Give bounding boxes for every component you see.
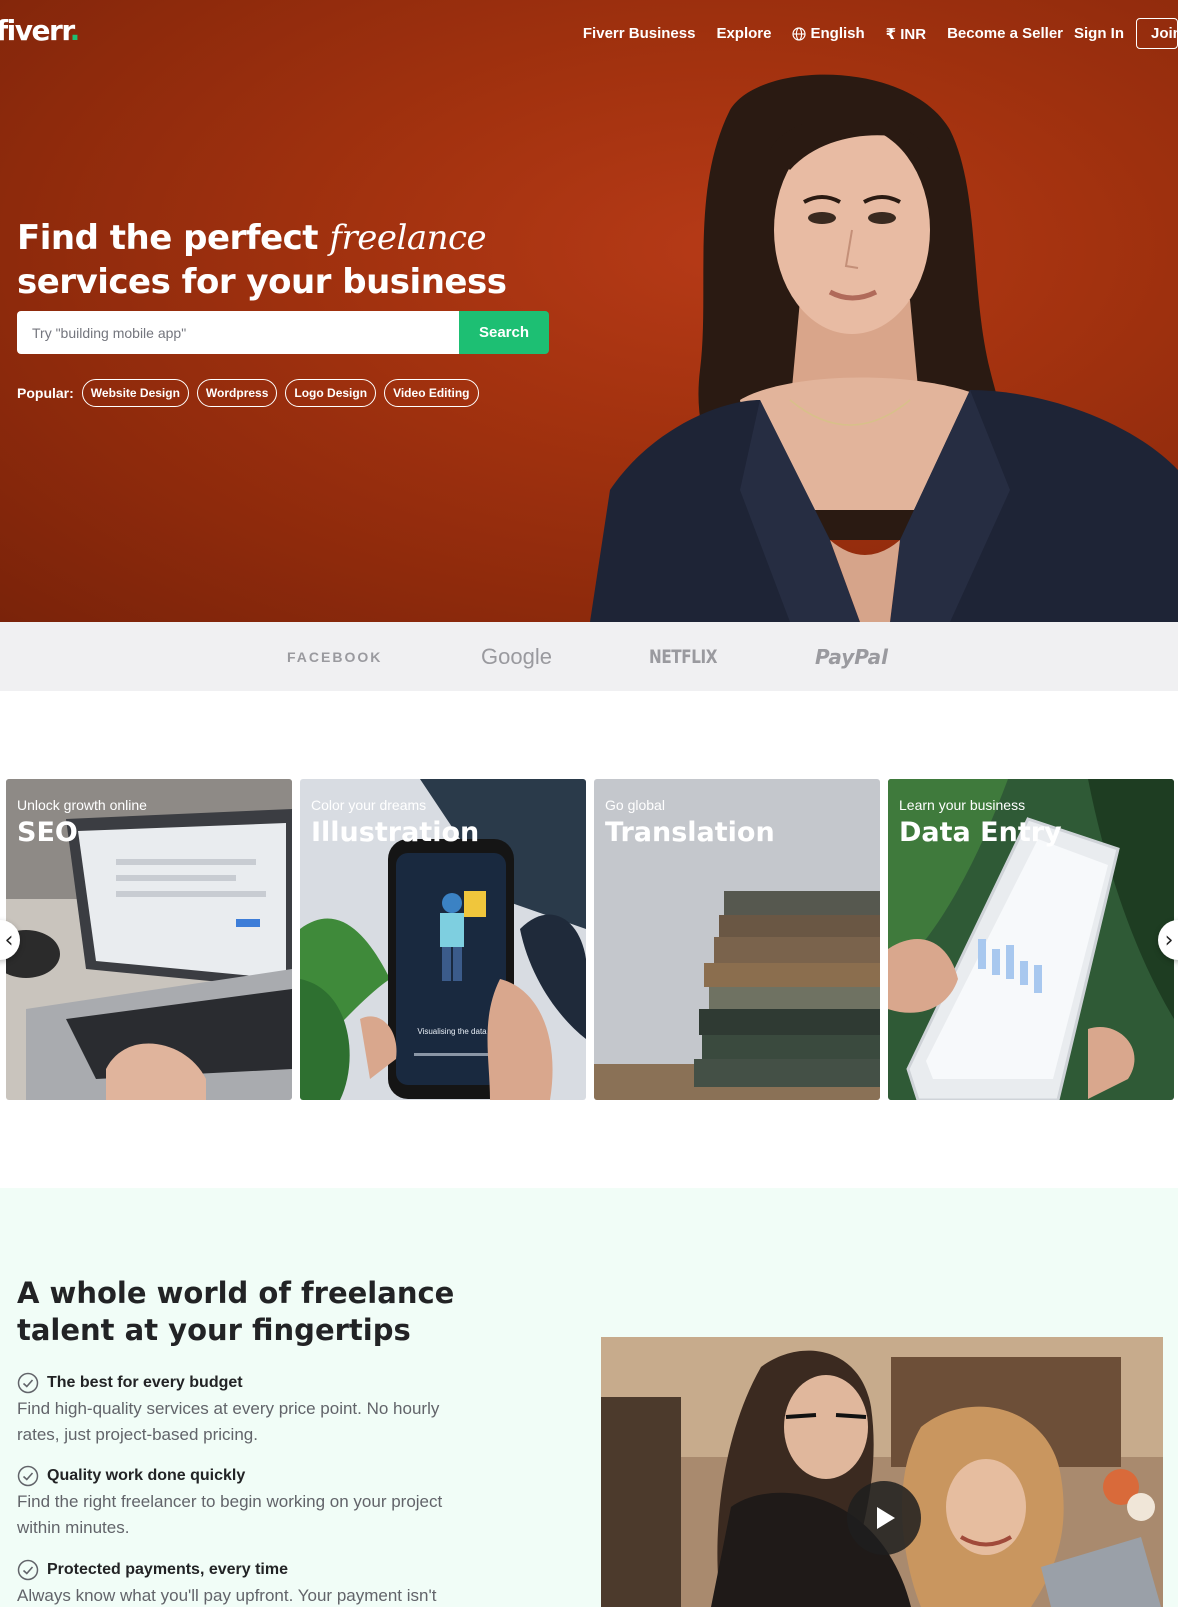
nav-explore-link[interactable]: Explore [716,25,771,42]
check-circle-icon [17,1559,39,1581]
feature-item: Protected payments, every time Always kn… [17,1559,477,1607]
feature-title: Protected payments, every time [47,1561,288,1578]
feature-heading: Protected payments, every time [17,1559,477,1581]
play-button[interactable] [847,1481,921,1555]
search-button[interactable]: Search [459,311,549,354]
join-button[interactable]: Join [1136,18,1178,49]
value-title: A whole world of freelance talent at you… [17,1276,455,1347]
popular-tag-website-design[interactable]: Website Design [81,379,189,407]
popular-label: Popular: [17,385,74,401]
category-card-subtitle: Color your dreams [311,797,427,813]
chevron-right-icon: › [1164,927,1174,953]
phone-caption: Visualising the data [417,1027,487,1036]
feature-heading: Quality work done quickly [17,1465,477,1487]
top-nav: fiverr. Fiverr Business Explore English … [0,0,1178,60]
hero-search: Search [17,311,549,354]
nav-sign-in-link[interactable]: Sign In [1074,25,1124,42]
netflix-logo: NETFLIX [649,645,718,668]
feature-heading: The best for every budget [17,1372,477,1394]
nav-become-seller-link[interactable]: Become a Seller [947,25,1063,42]
check-circle-icon [17,1465,39,1487]
nav-language-label: English [810,25,865,42]
feature-item: Quality work done quickly Find the right… [17,1465,477,1541]
category-carousel: Unlock growth online SEO Visualising the… [0,779,1178,1100]
category-card-title: SEO [17,817,78,848]
search-input[interactable] [17,311,459,354]
category-card-title: Data Entry [899,817,1062,848]
check-circle-icon [17,1372,39,1394]
feature-title: The best for every budget [47,1374,243,1391]
category-card-translation[interactable]: Go global Translation [594,779,880,1100]
feature-text: Find the right freelancer to begin worki… [17,1492,443,1537]
category-card-subtitle: Go global [605,797,665,813]
feature-title: Quality work done quickly [47,1467,246,1484]
trusted-by-bar: FACEBOOK Google NETFLIX PayPal [0,622,1178,691]
nav-fiverr-business-link[interactable]: Fiverr Business [583,25,696,42]
paypal-logo: PayPal [815,644,889,669]
hero-person-image [590,74,1178,622]
category-card-subtitle: Learn your business [899,797,1026,813]
nav-language-link[interactable]: English [792,25,865,42]
value-section: A whole world of freelance talent at you… [0,1188,1178,1607]
nav-links: Fiverr Business Explore English ₹ INR Be… [562,18,1178,49]
video-thumbnail-image [601,1337,1163,1607]
chevron-left-icon: ‹ [4,927,14,953]
nav-currency-link[interactable]: ₹ INR [886,25,926,43]
category-card-title: Translation [605,817,775,848]
category-card-title: Illustration [311,817,480,848]
fiverr-logo[interactable]: fiverr. [0,14,80,47]
category-card-illustration[interactable]: Visualising the data Color your dreams I… [300,779,586,1100]
category-card-data-entry[interactable]: Learn your business Data Entry [888,779,1174,1100]
popular-tag-video-editing[interactable]: Video Editing [384,379,479,407]
category-card-subtitle: Unlock growth online [17,797,147,813]
value-video[interactable] [601,1337,1163,1607]
feature-item: The best for every budget Find high-qual… [17,1372,477,1448]
hero-title: Find the perfect freelance services for … [17,218,507,302]
globe-icon [792,26,807,41]
popular-tags: Popular: Website Design Wordpress Logo D… [17,379,483,407]
hero-section: fiverr. Fiverr Business Explore English … [0,0,1178,622]
facebook-logo: FACEBOOK [287,648,383,665]
category-card-seo[interactable]: Unlock growth online SEO [6,779,292,1100]
popular-tag-logo-design[interactable]: Logo Design [285,379,377,407]
popular-tag-wordpress[interactable]: Wordpress [196,379,278,407]
feature-text: Always know what you'll pay upfront. You… [17,1586,437,1605]
google-logo: Google [481,643,552,669]
feature-text: Find high-quality services at every pric… [17,1399,440,1444]
play-icon [877,1507,895,1529]
